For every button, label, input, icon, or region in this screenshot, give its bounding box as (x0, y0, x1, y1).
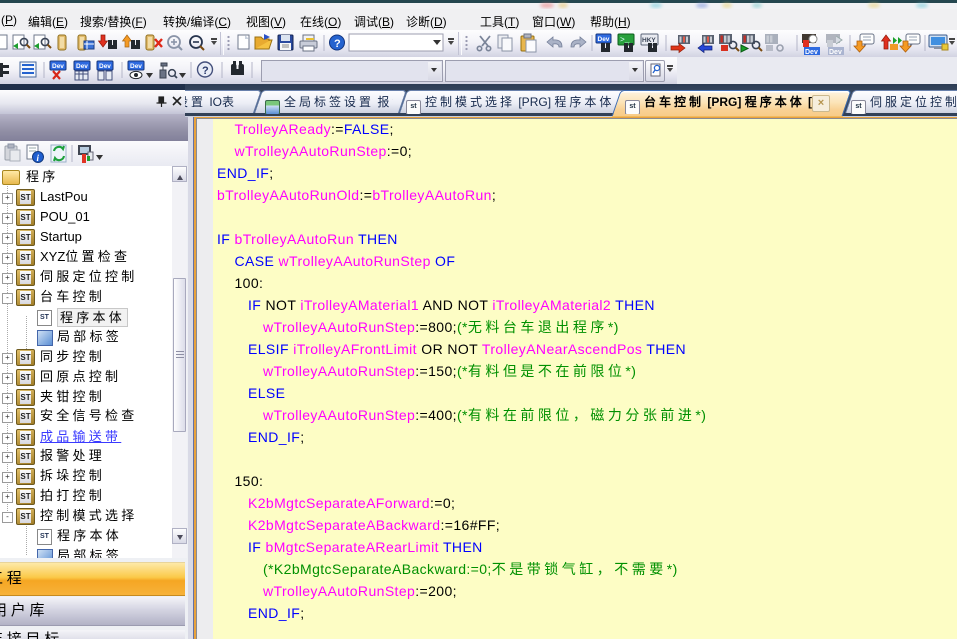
svg-text:Dev: Dev (52, 63, 64, 70)
svg-text:Dev: Dev (829, 49, 842, 56)
svg-text:?: ? (202, 65, 209, 77)
svg-text:Dev: Dev (130, 63, 142, 70)
svg-text:?: ? (334, 38, 341, 50)
svg-text:HKY: HKY (642, 37, 656, 44)
svg-text:Dev: Dev (76, 63, 88, 70)
svg-text:Dev: Dev (99, 63, 111, 70)
svg-text:Dev: Dev (805, 49, 818, 56)
